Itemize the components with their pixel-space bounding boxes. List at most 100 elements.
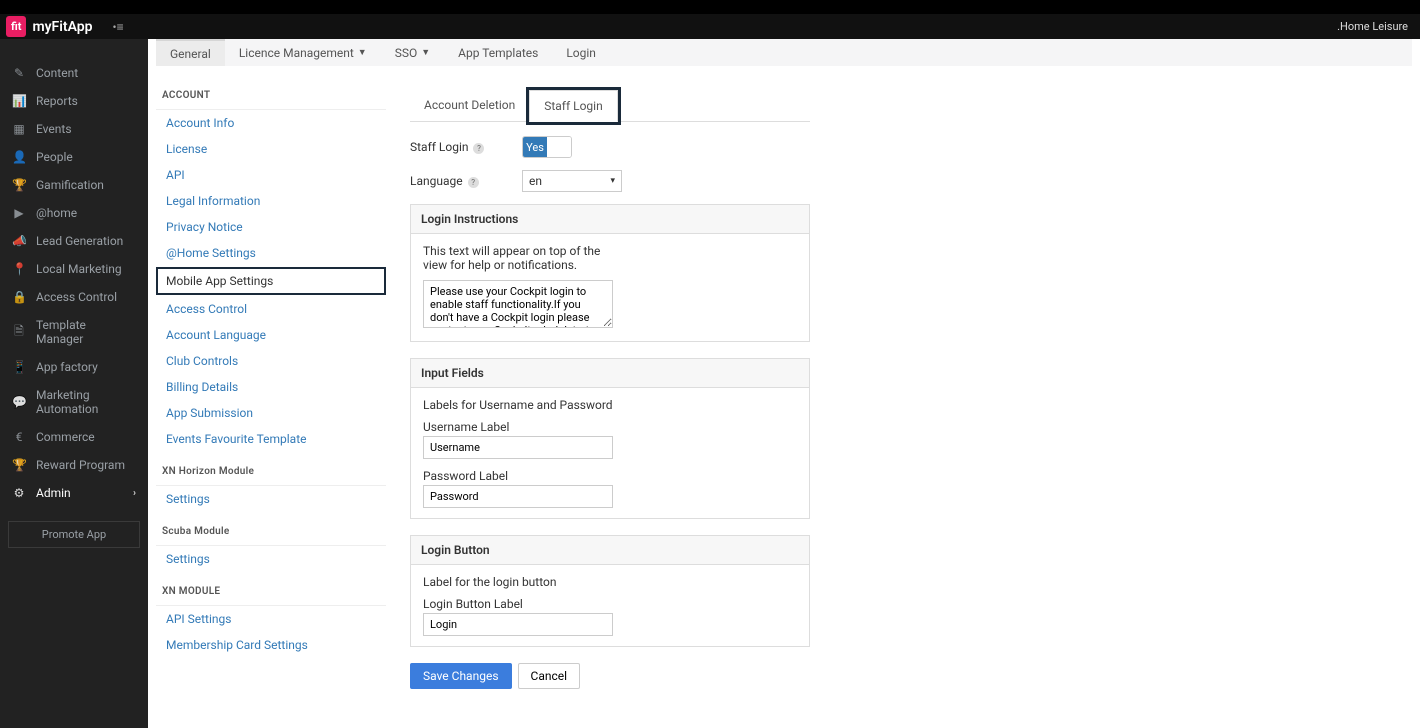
tabs-bar: GeneralLicence Management▼SSO▼App Templa… [156,39,1412,66]
save-changes-button[interactable]: Save Changes [410,663,512,689]
toggle-yes: Yes [523,137,547,157]
trophy-icon: 🏆 [12,178,26,192]
sidebar-item-app-factory[interactable]: 📱App factory [0,353,148,381]
panel-description: Labels for Username and Password [423,398,797,412]
calendar-icon: ▦ [12,122,26,136]
login-button-panel: Login Button Label for the login button … [410,535,810,647]
tab-app-templates[interactable]: App Templates [444,39,552,66]
sidemenu-heading-scuba: Scuba Module [156,512,386,546]
help-icon[interactable]: ? [473,143,484,154]
sidemenu-link-account-info[interactable]: Account Info [156,110,386,136]
sidebar-item-label: Content [36,66,78,80]
sidebar-item-access-control[interactable]: 🔒Access Control [0,283,148,311]
sidemenu-link-license[interactable]: License [156,136,386,162]
cancel-button[interactable]: Cancel [518,663,581,689]
chevron-right-icon: › [133,488,136,499]
sidemenu-link-settings[interactable]: Settings [156,486,386,512]
sidebar-item--home[interactable]: ▶ @home [0,199,148,227]
sidebar-item-template-manager[interactable]: 🗎Template Manager [0,311,148,353]
sidemenu-link-app-submission[interactable]: App Submission [156,400,386,426]
language-value: en [529,174,542,188]
tab-label: App Templates [458,46,538,60]
caret-down-icon: ▼ [421,47,430,58]
subtab-staff-login[interactable]: Staff Login [529,90,618,122]
chart-icon: 📊 [12,94,26,108]
sidebar-item-commerce[interactable]: €Commerce [0,423,148,451]
play-icon: ▶ [12,206,26,220]
sidemenu-link-api[interactable]: API [156,162,386,188]
sidemenu-heading-xnmodule: XN MODULE [156,572,386,606]
sidebar-item-label: Access Control [36,290,117,304]
tab-label: SSO [395,46,418,60]
sidemenu-link-membership-card-settings[interactable]: Membership Card Settings [156,632,386,658]
user-icon: 👤 [12,150,26,164]
brand: fit myFitApp •≡ [6,16,124,37]
sidebar-item-label: @home [36,206,77,220]
sidemenu-link-api-settings[interactable]: API Settings [156,606,386,632]
tenant-name[interactable]: .Home Leisure [1337,20,1408,33]
sidemenu-link-account-language[interactable]: Account Language [156,322,386,348]
sidebar-item-people[interactable]: 👤People [0,143,148,171]
help-icon[interactable]: ? [468,177,479,188]
language-label: Language ? [410,174,510,188]
tab-general[interactable]: General [156,39,225,66]
sidebar-item-label: Commerce [36,430,95,444]
login-button-label-input[interactable] [423,613,613,636]
doc-icon: 🗎 [12,322,26,343]
password-label-input[interactable] [423,485,613,508]
tab-login[interactable]: Login [552,39,610,66]
pencil-icon: ✎ [12,66,26,80]
mobile-icon: 📱 [12,360,26,374]
gear-icon: ⚙ [12,486,26,500]
subtabs: Account DeletionStaff Login [410,90,810,122]
staff-login-toggle[interactable]: Yes [522,136,572,158]
sidebar-item-lead-generation[interactable]: 📣 Lead Generation [0,227,148,255]
tab-sso[interactable]: SSO▼ [381,39,444,66]
sidebar-item-label: Gamification [36,178,104,192]
sidebar-item-label: Reports [36,94,78,108]
bull-icon: 📣 [12,234,26,248]
subtab-account-deletion[interactable]: Account Deletion [410,90,529,121]
password-label-label: Password Label [423,469,797,483]
form-area: Account DeletionStaff Login Staff Login … [410,90,810,689]
sidebar-item-marketing-automation[interactable]: 💬Marketing Automation [0,381,148,423]
tab-label: Licence Management [239,46,354,60]
sidemenu-link-mobile-app-settings[interactable]: Mobile App Settings [156,267,386,295]
sidebar-item-reports[interactable]: 📊 Reports [0,87,148,115]
sidemenu-link-billing-details[interactable]: Billing Details [156,374,386,400]
staff-login-label: Staff Login ? [410,140,510,154]
sidemenu-heading-horizon: XN Horizon Module [156,452,386,486]
panel-header: Input Fields [411,359,809,388]
tab-label: General [170,47,211,61]
sidebar-item-gamification[interactable]: 🏆 Gamification [0,171,148,199]
sidemenu-link-events-favourite-template[interactable]: Events Favourite Template [156,426,386,452]
sidebar-toggle-icon[interactable]: •≡ [113,20,124,34]
sidemenu-link--home-settings[interactable]: @Home Settings [156,240,386,266]
toggle-blank [547,137,571,157]
sidebar-item-reward-program[interactable]: 🏆Reward Program [0,451,148,479]
sidemenu-link-club-controls[interactable]: Club Controls [156,348,386,374]
chevron-down-icon: ▾ [610,176,615,186]
pin-icon: 📍 [12,262,26,276]
language-select[interactable]: en ▾ [522,170,622,192]
sidemenu-link-privacy-notice[interactable]: Privacy Notice [156,214,386,240]
sidemenu-link-settings[interactable]: Settings [156,546,386,572]
sidebar-item-events[interactable]: ▦ Events [0,115,148,143]
login-instructions-textarea[interactable]: Please use your Cockpit login to enable … [423,280,613,328]
login-button-label-label: Login Button Label [423,597,797,611]
window-header [0,0,1420,14]
sidemenu-link-legal-information[interactable]: Legal Information [156,188,386,214]
sidebar-item-content[interactable]: ✎ Content [0,59,148,87]
trophy-icon: 🏆 [12,458,26,472]
sidebar-item-label: Events [36,122,72,136]
sidebar-item-label: Lead Generation [36,234,123,248]
sidemenu-link-access-control[interactable]: Access Control [156,296,386,322]
tab-licence-management[interactable]: Licence Management▼ [225,39,381,66]
sidebar-item-local-marketing[interactable]: 📍Local Marketing [0,255,148,283]
promote-app-button[interactable]: Promote App [8,521,140,548]
sidebar-item-admin[interactable]: ⚙Admin› [0,479,148,507]
tab-label: Login [566,46,596,60]
username-label-input[interactable] [423,436,613,459]
panel-header: Login Button [411,536,809,565]
sidebar: ✎ Content 📊 Reports ▦ Events 👤People 🏆 Gamificat… [0,39,148,728]
